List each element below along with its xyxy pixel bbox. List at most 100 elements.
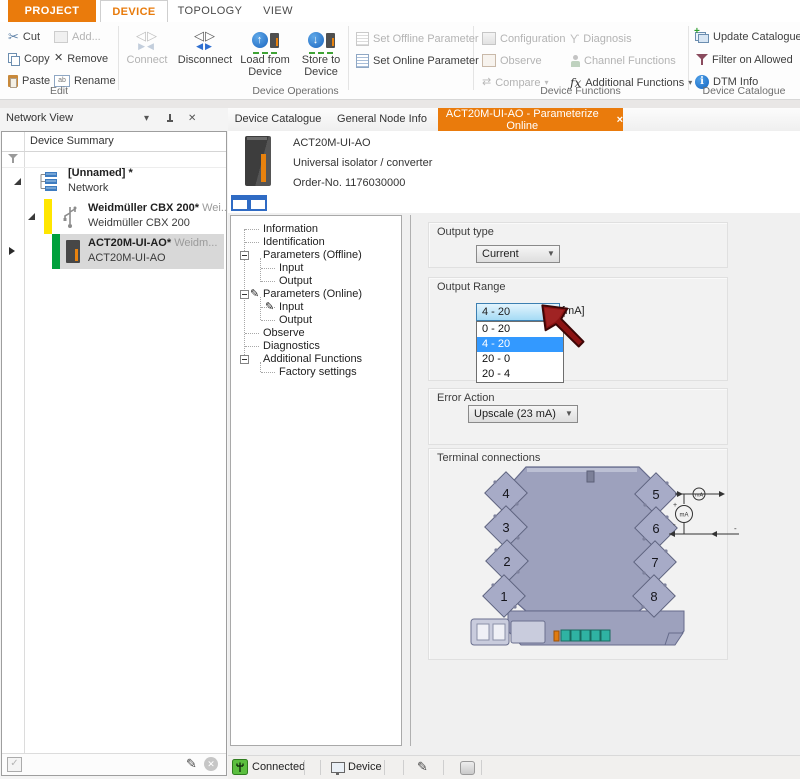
- collapse-icon[interactable]: [240, 355, 249, 364]
- diagnosis-button[interactable]: ϒ Diagnosis: [570, 30, 632, 47]
- expand-arrow-icon[interactable]: [28, 213, 35, 220]
- panel-close-icon[interactable]: ✕: [188, 113, 196, 125]
- nav-item-online-input[interactable]: Input: [279, 301, 303, 314]
- tab-close-icon[interactable]: ×: [617, 114, 623, 126]
- update-catalogue-button[interactable]: + Update Catalogue: [695, 28, 800, 45]
- diagnosis-icon: ϒ: [570, 33, 579, 45]
- connect-button[interactable]: ◁▷▶◀ Connect: [120, 26, 174, 66]
- status-bar: Connected Device ✎: [228, 755, 800, 779]
- copy-button[interactable]: Copy: [8, 50, 50, 67]
- tab-device[interactable]: DEVICE: [100, 0, 168, 22]
- option-20-4[interactable]: 20 - 4: [477, 367, 563, 382]
- output-range-label: Output Range: [437, 281, 506, 293]
- tree-guide: [260, 362, 261, 372]
- output-range-value: 4 - 20: [482, 306, 510, 318]
- nav-item-offline-input[interactable]: Input: [279, 262, 303, 275]
- collapse-icon[interactable]: [240, 290, 249, 299]
- copy-icon: [8, 53, 20, 65]
- load-from-device-button[interactable]: ↑ Load from Device: [238, 26, 292, 78]
- edit-mode-pencil-icon[interactable]: ✎: [417, 760, 428, 774]
- checkbox-icon[interactable]: ✓: [7, 757, 22, 772]
- document-tab-bar: Device Catalogue General Node Info ACT20…: [228, 108, 800, 131]
- nav-item-parameters-offline[interactable]: Parameters (Offline): [263, 249, 362, 262]
- svg-text:7: 7: [651, 555, 658, 570]
- panel-menu-icon[interactable]: ▾: [144, 113, 149, 125]
- chevron-down-icon: ▼: [561, 406, 577, 422]
- output-type-value: Current: [482, 248, 519, 260]
- nav-item-observe[interactable]: Observe: [263, 327, 305, 340]
- add-button[interactable]: Add...: [54, 28, 101, 45]
- tab-topology[interactable]: TOPOLOGY: [172, 0, 248, 22]
- device-summary-header[interactable]: Device Summary: [2, 132, 226, 152]
- tree-stub: [261, 372, 275, 373]
- error-action-combobox[interactable]: Upscale (23 mA) ▼: [468, 405, 578, 423]
- tab-view[interactable]: VIEW: [252, 0, 304, 22]
- remove-label: Remove: [67, 53, 108, 65]
- pin-icon[interactable]: [166, 114, 174, 125]
- output-type-combobox[interactable]: Current ▼: [476, 245, 560, 263]
- tree-stub: [245, 333, 259, 334]
- device-status-label: Device: [348, 761, 382, 773]
- node-type: Weidmüller CBX 200: [88, 217, 190, 229]
- store-to-device-button[interactable]: ↓ Store to Device: [294, 26, 348, 78]
- nav-item-parameters-online[interactable]: Parameters (Online): [263, 288, 362, 301]
- disconnect-button[interactable]: ◁▷◀▶ Disconnect: [174, 26, 236, 66]
- edit-pencil-icon[interactable]: ✎: [186, 757, 197, 771]
- tree-row-network[interactable]: [Unnamed] * Network: [2, 164, 226, 199]
- svg-text:8: 8: [650, 589, 657, 604]
- add-icon: [54, 31, 68, 43]
- set-online-parameter-button[interactable]: Set Online Parameter: [356, 52, 479, 69]
- remove-button[interactable]: ✕ Remove: [54, 50, 108, 67]
- cut-button[interactable]: ✂ Cut: [8, 28, 40, 45]
- output-type-label: Output type: [437, 226, 494, 238]
- svg-text:1: 1: [500, 589, 507, 604]
- tab-parameterize-online-label: ACT20M-UI-AO - Parameterize Online: [438, 108, 607, 132]
- tab-device-catalogue[interactable]: Device Catalogue: [232, 108, 324, 131]
- nav-item-factory-settings[interactable]: Factory settings: [279, 366, 357, 379]
- device-summary-label: Device Summary: [30, 135, 114, 147]
- nav-item-offline-output[interactable]: Output: [279, 275, 312, 288]
- tree-stub: [261, 268, 275, 269]
- clear-icon[interactable]: ✕: [204, 757, 218, 771]
- nav-item-identification[interactable]: Identification: [263, 236, 325, 249]
- usb-icon: [62, 203, 78, 230]
- parameter-nav-tree: Information Identification Parameters (O…: [230, 215, 402, 746]
- device-thumbnail: [245, 136, 271, 186]
- option-20-0[interactable]: 20 - 0: [477, 352, 563, 367]
- configuration-button[interactable]: Configuration: [482, 30, 565, 47]
- statusbar-button-icon[interactable]: [460, 761, 475, 775]
- tab-project[interactable]: PROJECT: [8, 0, 96, 22]
- pencil-icon: ✎: [250, 289, 259, 300]
- tab-parameterize-online[interactable]: ACT20M-UI-AO - Parameterize Online ×: [438, 108, 623, 131]
- device-functions-group-label: Device Functions: [473, 85, 688, 97]
- tree-stub: [261, 320, 275, 321]
- observe-label: Observe: [500, 55, 542, 67]
- collapse-icon[interactable]: [240, 251, 249, 260]
- tree-row-cbx200[interactable]: Weidmüller CBX 200* Wei... Weidmüller CB…: [2, 199, 226, 234]
- channel-functions-button[interactable]: Channel Functions: [570, 52, 676, 69]
- terminal-connections-diagram: 4 3 2 1 5 6 7 8: [451, 463, 741, 657]
- connected-icon: [232, 759, 248, 775]
- update-catalogue-icon: +: [695, 30, 709, 43]
- tree-stub: [245, 229, 259, 230]
- tree-row-act20m[interactable]: ACT20M-UI-AO* Weidm... ACT20M-UI-AO: [2, 234, 226, 269]
- tree-guide: [260, 258, 261, 282]
- filter-icon: [696, 53, 708, 66]
- tab-general-node-info[interactable]: General Node Info: [332, 108, 432, 131]
- svg-text:5: 5: [652, 487, 659, 502]
- device-name: ACT20M-UI-AO: [293, 137, 371, 149]
- node-type: ACT20M-UI-AO: [88, 252, 166, 264]
- configuration-label: Configuration: [500, 33, 565, 45]
- expand-arrow-icon[interactable]: [14, 178, 21, 185]
- nav-item-diagnostics[interactable]: Diagnostics: [263, 340, 320, 353]
- nav-item-online-output[interactable]: Output: [279, 314, 312, 327]
- layout-window-icon-2[interactable]: [249, 195, 267, 211]
- observe-button[interactable]: Observe: [482, 52, 542, 69]
- nav-item-additional-functions[interactable]: Additional Functions: [263, 353, 362, 366]
- svg-text:-: -: [673, 520, 676, 529]
- nav-item-information[interactable]: Information: [263, 223, 318, 236]
- filter-on-allowed-button[interactable]: Filter on Allowed: [696, 51, 793, 68]
- set-offline-parameter-button[interactable]: Set Offline Parameter: [356, 30, 479, 47]
- layout-window-icon[interactable]: [231, 195, 249, 211]
- device-catalogue-group-label: Device Catalogue: [688, 85, 800, 97]
